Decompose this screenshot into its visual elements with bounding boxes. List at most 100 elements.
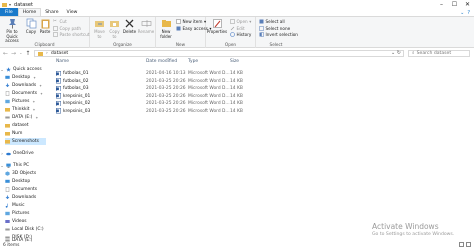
folder-icon xyxy=(5,124,10,128)
history-button[interactable]: History xyxy=(230,32,251,37)
nav-this-pc[interactable]: ⌄ This PC xyxy=(0,162,29,169)
table-row[interactable]: futbolas_03 2021-03-25 20:26 Microsoft W… xyxy=(52,85,252,92)
tab-share[interactable]: Share xyxy=(41,8,62,16)
nav-item-thinkkit[interactable]: Thinkkit ✦ xyxy=(5,106,35,113)
search-input[interactable]: ⌕ Search dataset xyxy=(408,49,470,57)
edit-button[interactable]: Edit xyxy=(230,26,245,31)
move-to-button[interactable]: Move to xyxy=(93,18,106,39)
paste-button[interactable]: Paste xyxy=(39,18,51,35)
pin-to-quick-access-button[interactable]: Pin to Quick access xyxy=(1,18,23,44)
open-icon xyxy=(230,19,235,24)
table-row[interactable]: krepsinis_01 2021-03-25 20:26 Microsoft … xyxy=(52,93,252,100)
nav-item-num[interactable]: Num xyxy=(5,130,22,137)
nav-item-pc-pictures[interactable]: Pictures xyxy=(5,210,29,217)
copy-folder-icon xyxy=(110,21,119,27)
nav-item-documents[interactable]: Documents ✦ xyxy=(5,90,43,97)
nav-item-downloads[interactable]: Downloads ✦ xyxy=(5,82,42,89)
select-all-icon xyxy=(259,19,264,24)
column-header-size[interactable]: Size xyxy=(230,58,239,65)
watermark-title: Activate Windows xyxy=(372,222,439,231)
move-folder-icon xyxy=(95,21,104,27)
easy-access-icon xyxy=(176,26,181,31)
desktop-icon xyxy=(5,179,10,183)
nav-item-screenshots[interactable]: Screenshots xyxy=(5,138,46,145)
column-header-type[interactable]: Type xyxy=(188,58,198,65)
large-icons-view-icon[interactable] xyxy=(466,242,471,247)
search-icon: ⌕ xyxy=(412,51,415,57)
tab-file[interactable]: File xyxy=(0,8,18,16)
tab-view[interactable]: View xyxy=(63,8,82,16)
forward-arrow-icon[interactable]: → xyxy=(11,50,16,57)
open-button[interactable]: Open ▾ xyxy=(230,19,251,24)
table-row[interactable]: krepsinis_02 2021-03-25 20:26 Microsoft … xyxy=(52,100,252,107)
watermark-subtitle: Go to Settings to activate Windows. xyxy=(372,232,455,237)
rename-button[interactable]: Rename xyxy=(138,18,154,35)
cut-button[interactable]: ✂ Cut xyxy=(53,19,67,24)
file-type: Microsoft Word D... xyxy=(188,86,230,91)
nav-item-music[interactable]: Music xyxy=(5,202,25,209)
file-size: 14 KB xyxy=(230,108,243,114)
paste-shortcut-button[interactable]: Paste shortcut xyxy=(53,32,90,37)
chevron-down-icon[interactable]: ⌄ xyxy=(0,67,4,72)
ribbon: Pin to Quick access Copy Paste ✂ Cut Cop… xyxy=(0,17,474,48)
maximize-button[interactable]: ☐ xyxy=(448,0,461,9)
nav-item-data-e[interactable]: DATA (E:) ✦ xyxy=(5,114,38,121)
word-document-icon xyxy=(56,85,61,92)
chevron-down-icon[interactable]: ⌄ xyxy=(0,163,4,168)
copy-button[interactable]: Copy xyxy=(25,18,37,35)
navigation-scrollbar[interactable] xyxy=(46,62,49,238)
new-item-icon xyxy=(176,19,181,24)
copy-to-button[interactable]: Copy to xyxy=(108,18,121,39)
pin-icon xyxy=(8,19,16,29)
nav-item-videos[interactable]: Videos xyxy=(5,218,27,225)
chevron-right-icon[interactable]: › xyxy=(0,151,4,156)
column-header-date-modified[interactable]: Date modified xyxy=(146,58,177,65)
copy-path-button[interactable]: Copy path xyxy=(53,26,81,31)
properties-button[interactable]: Properties xyxy=(207,18,227,35)
new-folder-button[interactable]: New folder xyxy=(159,18,173,39)
select-none-icon xyxy=(259,25,264,31)
nav-item-pc-documents[interactable]: Documents xyxy=(5,186,37,193)
breadcrumb[interactable]: dataset xyxy=(51,51,68,56)
nav-item-pc-downloads[interactable]: Downloads xyxy=(5,194,36,201)
up-arrow-icon[interactable]: ↑ xyxy=(25,50,30,57)
address-bar[interactable]: › dataset ⌄ ↻ xyxy=(34,49,404,57)
recent-dropdown-icon[interactable]: ⌄ xyxy=(19,50,22,57)
nav-item-dataset[interactable]: dataset xyxy=(5,122,29,129)
nav-item-desktop[interactable]: Desktop ✦ xyxy=(5,74,36,81)
table-row[interactable]: futbolas_02 2021-03-25 20:26 Microsoft W… xyxy=(52,78,252,85)
dropdown-icon[interactable]: ▾ xyxy=(9,2,11,7)
table-row[interactable]: futbolas_01 2021-04-16 10:13 Microsoft W… xyxy=(52,70,252,77)
refresh-icon[interactable]: ⌄ ↻ xyxy=(391,50,401,56)
file-type: Microsoft Word D... xyxy=(188,78,230,84)
close-button[interactable]: ✕ xyxy=(461,0,474,9)
minimize-button[interactable]: – xyxy=(435,0,448,9)
tab-home[interactable]: Home xyxy=(17,8,42,16)
music-icon xyxy=(5,203,8,208)
nav-quick-access[interactable]: ⌄ Quick access xyxy=(0,66,41,73)
new-item-button[interactable]: New item ▾ xyxy=(176,19,206,24)
delete-button[interactable]: Delete xyxy=(123,18,136,35)
nav-item-3d-objects[interactable]: 3D Objects xyxy=(5,170,36,177)
nav-item-local-disk-c[interactable]: Local Disk (C:) xyxy=(5,226,44,233)
select-none-button[interactable]: Select none xyxy=(259,26,290,31)
nav-item-pc-desktop[interactable]: Desktop xyxy=(5,178,30,185)
help-icon[interactable]: ? xyxy=(467,10,470,16)
word-document-icon xyxy=(56,70,61,77)
dropdown-icon: ▾ xyxy=(249,19,252,24)
table-row[interactable]: krepsinis_03 2021-03-25 20:26 Microsoft … xyxy=(52,108,252,115)
document-icon xyxy=(5,187,10,192)
select-all-button[interactable]: Select all xyxy=(259,19,285,24)
word-document-icon xyxy=(56,108,61,114)
breadcrumb-chevron-icon: › xyxy=(46,50,48,56)
new-group: New folder New item ▾ Easy access ▾ New xyxy=(156,17,211,48)
nav-item-pictures[interactable]: Pictures ✦ xyxy=(5,98,35,105)
invert-selection-button[interactable]: Invert selection xyxy=(259,32,298,37)
details-view-icon[interactable] xyxy=(459,242,464,247)
back-arrow-icon[interactable]: ← xyxy=(3,50,8,57)
nav-onedrive[interactable]: › OneDrive xyxy=(0,150,33,157)
chevron-down-icon[interactable]: ⌄ xyxy=(460,10,464,16)
download-icon xyxy=(5,83,10,88)
download-icon xyxy=(5,195,10,200)
column-header-name[interactable]: Name xyxy=(56,58,69,65)
